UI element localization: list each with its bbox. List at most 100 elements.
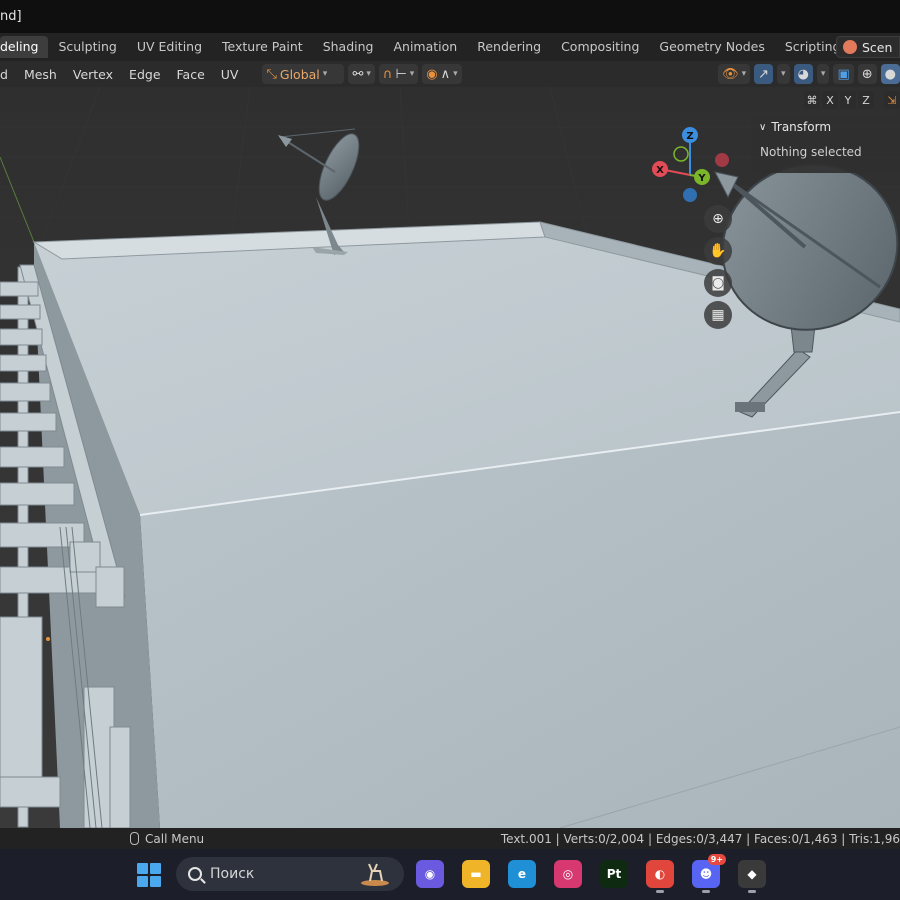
mirror-y-button[interactable]: Y: [840, 91, 856, 109]
chevron-down-icon: ▾: [781, 69, 786, 79]
deer-decoration-icon: [361, 863, 389, 886]
eye-icon: 👁: [722, 66, 739, 82]
edge-icon: e: [517, 867, 527, 881]
status-bar: Call Menu Text.001 | Verts:0/2,004 | Edg…: [0, 828, 900, 849]
link-icon: ⚯: [352, 66, 364, 82]
running-indicator: [748, 890, 756, 893]
menu-mesh[interactable]: Mesh: [16, 67, 65, 82]
zoom-icon: ◉: [424, 867, 436, 881]
snap-target-icon: ⊢: [395, 66, 407, 82]
menu-select[interactable]: d: [0, 67, 16, 82]
taskbar-search[interactable]: Поиск: [176, 857, 404, 891]
taskbar-app-zoom[interactable]: ◉: [416, 860, 444, 888]
gizmo-toggle[interactable]: ↗: [754, 64, 774, 84]
chevron-down-icon: ▾: [409, 69, 415, 79]
tab-geometry-nodes[interactable]: Geometry Nodes: [649, 36, 774, 58]
menu-face[interactable]: Face: [169, 67, 213, 82]
zoom-icon[interactable]: ⊕: [704, 205, 732, 233]
taskbar-app-instagram[interactable]: ◎: [554, 860, 582, 888]
title-bar: nd]: [0, 0, 900, 33]
chevron-down-icon: ∨: [759, 121, 767, 133]
app-window: nd] deling Sculpting UV Editing Texture …: [0, 0, 900, 900]
notification-badge: 9+: [707, 854, 726, 865]
transform-orientation-dropdown[interactable]: ⤡ Global ▾: [262, 64, 345, 84]
viewport-header: d Mesh Vertex Edge Face UV ⤡ Global ▾ ⚯ …: [0, 61, 900, 87]
options-icon[interactable]: ⇲: [884, 91, 900, 109]
transform-panel-message: Nothing selected: [760, 145, 862, 159]
windows-taskbar: Поиск ◉ ▬ e ◎ Pt ◐ ☻ 9+ ◆: [0, 849, 900, 900]
taskbar-app-blender[interactable]: ◆: [738, 860, 766, 893]
menu-uv[interactable]: UV: [213, 67, 247, 82]
gizmo-icon: ↗: [758, 66, 770, 82]
overlay-toggle[interactable]: ◕: [793, 64, 813, 84]
chevron-down-icon: ▾: [366, 69, 371, 79]
mirror-z-button[interactable]: Z: [858, 91, 874, 109]
tab-texture-paint[interactable]: Texture Paint: [212, 36, 313, 58]
running-indicator: [702, 890, 710, 893]
running-indicator: [656, 890, 664, 893]
snap-toggle[interactable]: ∩ ⊢ ▾: [378, 64, 419, 84]
solid-sphere-icon: ●: [884, 66, 896, 82]
overlay-icon: ◕: [797, 66, 809, 82]
pt-icon: Pt: [606, 867, 622, 881]
pan-hand-icon[interactable]: ✋: [704, 237, 732, 265]
files-icon: ▬: [470, 867, 482, 881]
pivot-dropdown[interactable]: ⚯ ▾: [348, 64, 375, 84]
camera-icon[interactable]: ◙: [704, 269, 732, 297]
proportional-icon: ◉: [426, 66, 438, 82]
orientation-icon: ⤡: [266, 66, 277, 82]
taskbar-app-discord[interactable]: ☻ 9+: [692, 854, 726, 893]
tab-modeling[interactable]: deling: [0, 36, 49, 58]
blender-icon: ◆: [747, 867, 757, 881]
workspace-tabs: deling Sculpting UV Editing Texture Pain…: [0, 33, 900, 61]
viewport-nav-tools: ⊕ ✋ ◙ ▦: [704, 205, 732, 331]
gizmo-dropdown[interactable]: ▾: [777, 64, 790, 84]
tab-uv-editing[interactable]: UV Editing: [127, 36, 212, 58]
scene-selector[interactable]: Scen: [836, 36, 900, 58]
transform-panel-title: Transform: [771, 120, 832, 134]
taskbar-app-chrome[interactable]: ◐: [646, 860, 674, 893]
transform-panel: ∨ Transform Nothing selected: [751, 115, 900, 173]
falloff-icon: ∧: [440, 66, 451, 82]
taskbar-app-edge[interactable]: e: [508, 860, 536, 888]
scene-icon: [843, 40, 857, 54]
status-hint-label: Call Menu: [145, 831, 205, 846]
mirror-x-button[interactable]: X: [822, 91, 838, 109]
visibility-dropdown[interactable]: 👁 ▾: [718, 64, 751, 84]
menu-vertex[interactable]: Vertex: [65, 67, 121, 82]
taskbar-app-pt[interactable]: Pt: [600, 860, 628, 888]
tab-shading[interactable]: Shading: [313, 36, 384, 58]
discord-icon: ☻: [699, 867, 713, 881]
solid-shading-button[interactable]: ●: [880, 64, 900, 84]
status-hint: Call Menu: [130, 832, 204, 846]
gizmo-z-label: Z: [686, 131, 693, 142]
tab-sculpting[interactable]: Sculpting: [48, 36, 126, 58]
chevron-down-icon: ▾: [453, 69, 458, 79]
3d-viewport[interactable]: ⌘ X Y Z ⇲ ∨ Transform Nothing selected Z…: [0, 87, 900, 828]
window-title: nd]: [0, 9, 22, 24]
tab-rendering[interactable]: Rendering: [467, 36, 551, 58]
mouse-icon: [130, 832, 139, 845]
viewport-right-toolbar: ⌘ X Y Z ⇲: [804, 91, 900, 109]
xray-toggle[interactable]: ▣: [833, 64, 854, 84]
mirror-icon[interactable]: ⌘: [804, 91, 820, 109]
tab-animation[interactable]: Animation: [383, 36, 467, 58]
wireframe-shading-button[interactable]: ⊕: [857, 64, 877, 84]
xray-icon: ▣: [837, 66, 850, 82]
navigation-gizmo[interactable]: Z X Y: [646, 121, 736, 211]
transform-panel-header[interactable]: ∨ Transform: [751, 115, 900, 139]
proportional-edit-toggle[interactable]: ◉ ∧ ▾: [422, 64, 462, 84]
taskbar-app-files[interactable]: ▬: [462, 860, 490, 888]
gizmo-y-label: Y: [697, 173, 706, 184]
windows-start-icon[interactable]: [137, 863, 161, 887]
search-placeholder: Поиск: [210, 866, 255, 882]
overlay-dropdown[interactable]: ▾: [816, 64, 830, 84]
perspective-grid-icon[interactable]: ▦: [704, 301, 732, 329]
tab-compositing[interactable]: Compositing: [551, 36, 649, 58]
scene-label: Scen: [862, 39, 893, 55]
magnet-icon: ∩: [382, 66, 393, 82]
gizmo-x-label: X: [656, 165, 664, 176]
menu-edge[interactable]: Edge: [121, 67, 168, 82]
chevron-down-icon: ▾: [322, 69, 328, 79]
chevron-down-icon: ▾: [741, 69, 747, 79]
